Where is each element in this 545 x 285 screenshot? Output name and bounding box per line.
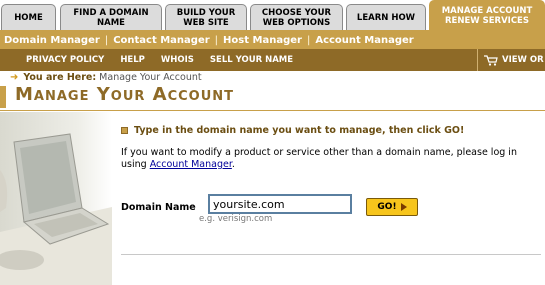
subnav-separator: |: [104, 34, 109, 46]
tab-choose-your-web-options[interactable]: CHOOSE YOUR WEB OPTIONS: [250, 4, 343, 31]
top-tab-bar: HOME FIND A DOMAIN NAME BUILD YOUR WEB S…: [0, 0, 545, 31]
view-cart-label: VIEW OR: [502, 55, 544, 65]
note-end: .: [231, 159, 235, 170]
domain-name-input[interactable]: [208, 194, 352, 214]
play-arrow-icon: [400, 203, 407, 211]
sub-navigation: Domain Manager | Contact Manager | Host …: [0, 31, 545, 49]
account-manager-link[interactable]: Account Manager: [150, 159, 232, 170]
breadcrumb: ➜ You are Here: Manage Your Account: [10, 72, 202, 83]
shopping-cart-icon: [484, 54, 498, 66]
title-accent-bar: [0, 86, 6, 108]
tab-find-a-domain-name[interactable]: FIND A DOMAIN NAME: [60, 4, 162, 31]
page-title: Manage Your Account: [15, 84, 235, 105]
go-button[interactable]: GO!: [366, 198, 418, 216]
arrow-right-icon: ➜: [10, 72, 19, 83]
breadcrumb-label: You are Here:: [23, 72, 97, 83]
subnav-host-manager[interactable]: Host Manager: [223, 35, 302, 46]
laptop-illustration: [0, 112, 112, 285]
subnav-separator: |: [214, 34, 219, 46]
tab-manage-account[interactable]: MANAGE ACCOUNT RENEW SERVICES: [429, 0, 545, 31]
util-whois[interactable]: WHOIS: [161, 55, 194, 65]
instruction-text: Type in the domain name you want to mana…: [121, 125, 464, 136]
domain-name-label: Domain Name: [121, 202, 196, 213]
subnav-separator: |: [306, 34, 311, 46]
tab-home[interactable]: HOME: [1, 4, 56, 31]
domain-example-hint: e.g. verisign.com: [199, 214, 273, 224]
util-sell-your-name[interactable]: SELL YOUR NAME: [210, 55, 293, 65]
content-divider: [121, 254, 541, 255]
subnav-account-manager[interactable]: Account Manager: [315, 35, 413, 46]
subnav-contact-manager[interactable]: Contact Manager: [113, 35, 209, 46]
tab-learn-how[interactable]: LEARN HOW: [346, 4, 426, 31]
subnav-domain-manager[interactable]: Domain Manager: [4, 35, 100, 46]
util-privacy-policy[interactable]: PRIVACY POLICY: [26, 55, 104, 65]
title-divider: [0, 110, 545, 111]
utility-navigation: PRIVACY POLICY HELP WHOIS SELL YOUR NAME: [0, 49, 545, 71]
tab-build-your-web-site[interactable]: BUILD YOUR WEB SITE: [165, 4, 247, 31]
bullet-icon: [121, 127, 128, 134]
instruction-label: Type in the domain name you want to mana…: [134, 125, 465, 136]
view-cart-link[interactable]: VIEW OR: [477, 49, 545, 71]
go-button-label: GO!: [377, 202, 397, 212]
util-help[interactable]: HELP: [120, 55, 145, 65]
breadcrumb-current: Manage Your Account: [99, 72, 202, 83]
account-manager-note: If you want to modify a product or servi…: [121, 147, 541, 171]
